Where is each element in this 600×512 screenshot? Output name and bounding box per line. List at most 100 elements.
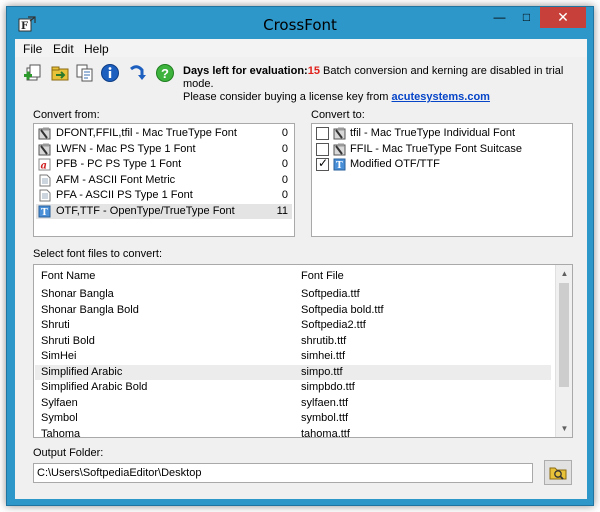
mac-font-icon bbox=[333, 127, 346, 140]
convert-to-checkbox[interactable] bbox=[316, 142, 329, 156]
output-folder-field[interactable]: C:\Users\SoftpediaEditor\Desktop bbox=[33, 463, 533, 483]
convert-from-item-count: 0 bbox=[281, 127, 288, 139]
document-icon bbox=[39, 174, 51, 186]
license-link[interactable]: acutesystems.com bbox=[392, 91, 490, 103]
maximize-button[interactable]: □ bbox=[513, 7, 540, 28]
table-row[interactable]: Shonar Bangla Bold Softpedia bold.ttf bbox=[35, 303, 551, 318]
convert-to-item-label: FFIL - Mac TrueType Font Suitcase bbox=[350, 142, 522, 155]
convert-to-item-label: tfil - Mac TrueType Individual Font bbox=[350, 127, 516, 139]
svg-text:?: ? bbox=[161, 66, 169, 81]
refresh-icon[interactable] bbox=[127, 63, 147, 83]
font-name-cell: Simplified Arabic Bold bbox=[41, 381, 148, 393]
font-name-cell: SimHei bbox=[41, 350, 77, 362]
close-icon: ✕ bbox=[557, 9, 569, 25]
font-file-cell: Softpedia.ttf bbox=[301, 288, 360, 300]
mac-font-icon bbox=[38, 143, 51, 155]
table-row[interactable]: SimHei simhei.ttf bbox=[35, 349, 551, 364]
client-area: File Edit Help ? Days left for evaluatio… bbox=[15, 39, 587, 499]
mac-font-icon bbox=[333, 143, 346, 155]
convert-from-item[interactable]: LWFN - Mac PS Type 1 Font 0 bbox=[36, 142, 292, 157]
document-icon bbox=[39, 189, 51, 202]
browse-folder-button[interactable] bbox=[544, 460, 572, 485]
font-name-cell: Shonar Bangla Bold bbox=[41, 303, 139, 316]
svg-text:T: T bbox=[336, 161, 343, 171]
minimize-button[interactable]: — bbox=[486, 7, 513, 28]
convert-from-item-label: PFA - ASCII PS Type 1 Font bbox=[56, 189, 193, 201]
font-file-cell: simhei.ttf bbox=[301, 350, 346, 362]
convert-from-item-label: OTF,TTF - OpenType/TrueType Font bbox=[56, 204, 235, 217]
convert-to-item[interactable]: ✓ T Modified OTF/TTF bbox=[316, 156, 566, 172]
minimize-icon: — bbox=[493, 10, 506, 24]
convert-from-item[interactable]: PFA - ASCII PS Type 1 Font 0 bbox=[36, 188, 292, 203]
font-files-list[interactable]: Font Name Font File Shonar Bangla Softped… bbox=[33, 264, 573, 438]
convert-to-checkbox[interactable]: ✓ bbox=[316, 156, 329, 171]
menu-help[interactable]: Help bbox=[84, 42, 109, 56]
scroll-thumb[interactable] bbox=[559, 283, 569, 387]
font-file-cell: sylfaen.ttf bbox=[301, 396, 349, 409]
font-file-cell: simpo.ttf bbox=[301, 365, 343, 378]
output-folder-label: Output Folder: bbox=[33, 447, 104, 459]
checkmark-icon: ✓ bbox=[318, 156, 329, 170]
convert-from-item[interactable]: DFONT,FFIL,tfil - Mac TrueType Font 0 bbox=[36, 126, 292, 141]
convert-from-list[interactable]: DFONT,FFIL,tfil - Mac TrueType Font 0 LWFN… bbox=[33, 123, 295, 237]
svg-text:T: T bbox=[41, 208, 48, 218]
table-row[interactable]: Tahoma tahoma.ttf bbox=[35, 427, 551, 438]
evaluation-notice: Days left for evaluation:15 Batch conver… bbox=[183, 65, 587, 104]
add-files-icon[interactable] bbox=[23, 63, 43, 83]
menu-bar: File Edit Help bbox=[15, 39, 587, 57]
convert-from-item-count: 0 bbox=[281, 158, 288, 170]
font-name-cell: Shonar Bangla bbox=[41, 288, 114, 300]
font-file-cell: tahoma.ttf bbox=[301, 427, 350, 438]
table-row[interactable]: Simplified Arabic simpo.ttf bbox=[35, 364, 551, 380]
table-row[interactable]: Symbol symbol.ttf bbox=[35, 411, 551, 426]
info-icon[interactable] bbox=[100, 63, 120, 83]
mac-font-icon bbox=[38, 127, 51, 140]
font-name-cell: Simplified Arabic bbox=[41, 365, 123, 378]
column-header-font-file[interactable]: Font File bbox=[301, 270, 344, 282]
convert-from-item[interactable]: a PFB - PC PS Type 1 Font 0 bbox=[36, 157, 292, 172]
pfb-font-icon: a bbox=[38, 158, 51, 171]
table-row[interactable]: Simplified Arabic Bold simpbdo.ttf bbox=[35, 380, 551, 395]
font-name-cell: Sylfaen bbox=[41, 396, 78, 409]
convert-from-item-label: PFB - PC PS Type 1 Font bbox=[56, 158, 182, 170]
convert-icon[interactable] bbox=[50, 63, 70, 83]
help-icon[interactable]: ? bbox=[155, 63, 175, 83]
column-header-font-name[interactable]: Font Name bbox=[41, 270, 95, 282]
font-file-cell: symbol.ttf bbox=[301, 412, 349, 424]
menu-edit[interactable]: Edit bbox=[53, 42, 74, 56]
files-scrollbar[interactable]: ▲ ▼ bbox=[555, 265, 572, 437]
scroll-up-icon[interactable]: ▲ bbox=[556, 265, 572, 282]
title-bar[interactable]: F CrossFont — □ ✕ bbox=[7, 7, 593, 40]
font-file-cell: simpbdo.ttf bbox=[301, 381, 355, 393]
maximize-icon: □ bbox=[522, 10, 531, 24]
convert-from-item-count: 0 bbox=[281, 189, 288, 201]
close-button[interactable]: ✕ bbox=[540, 7, 586, 28]
convert-to-checkbox[interactable] bbox=[316, 127, 329, 140]
font-name-cell: Shruti Bold bbox=[41, 334, 95, 347]
convert-from-item[interactable]: AFM - ASCII Font Metric 0 bbox=[36, 173, 292, 188]
convert-from-item[interactable]: T OTF,TTF - OpenType/TrueType Font 11 bbox=[36, 203, 292, 219]
convert-to-item[interactable]: tfil - Mac TrueType Individual Font bbox=[316, 126, 566, 141]
menu-file[interactable]: File bbox=[23, 42, 42, 56]
table-row[interactable]: Shruti Softpedia2.ttf bbox=[35, 318, 551, 333]
table-row[interactable]: Shruti Bold shrutib.ttf bbox=[35, 334, 551, 349]
scroll-down-icon[interactable]: ▼ bbox=[556, 420, 572, 437]
folder-icon bbox=[549, 467, 567, 480]
app-window: F CrossFont — □ ✕ File Edit Help ? Days … bbox=[6, 6, 594, 506]
days-left-label: Days left for evaluation: bbox=[183, 65, 308, 77]
convert-to-item-label: Modified OTF/TTF bbox=[350, 158, 440, 170]
convert-to-item[interactable]: FFIL - Mac TrueType Font Suitcase bbox=[316, 142, 566, 157]
otf-font-icon: T bbox=[38, 205, 51, 218]
table-row[interactable]: Sylfaen sylfaen.ttf bbox=[35, 396, 551, 411]
font-file-cell: Softpedia2.ttf bbox=[301, 319, 366, 331]
table-row[interactable]: Shonar Bangla Softpedia.ttf bbox=[35, 287, 551, 302]
copy-icon[interactable] bbox=[75, 63, 95, 83]
font-name-cell: Shruti bbox=[41, 319, 70, 331]
convert-from-label: Convert from: bbox=[33, 109, 100, 121]
otf-font-icon: T bbox=[333, 158, 346, 171]
convert-to-list[interactable]: tfil - Mac TrueType Individual Font FFIL … bbox=[311, 123, 573, 237]
convert-from-item-count: 11 bbox=[276, 204, 288, 217]
convert-from-item-label: DFONT,FFIL,tfil - Mac TrueType Font bbox=[56, 127, 237, 139]
font-name-cell: Symbol bbox=[41, 412, 78, 424]
select-files-label: Select font files to convert: bbox=[33, 248, 163, 260]
